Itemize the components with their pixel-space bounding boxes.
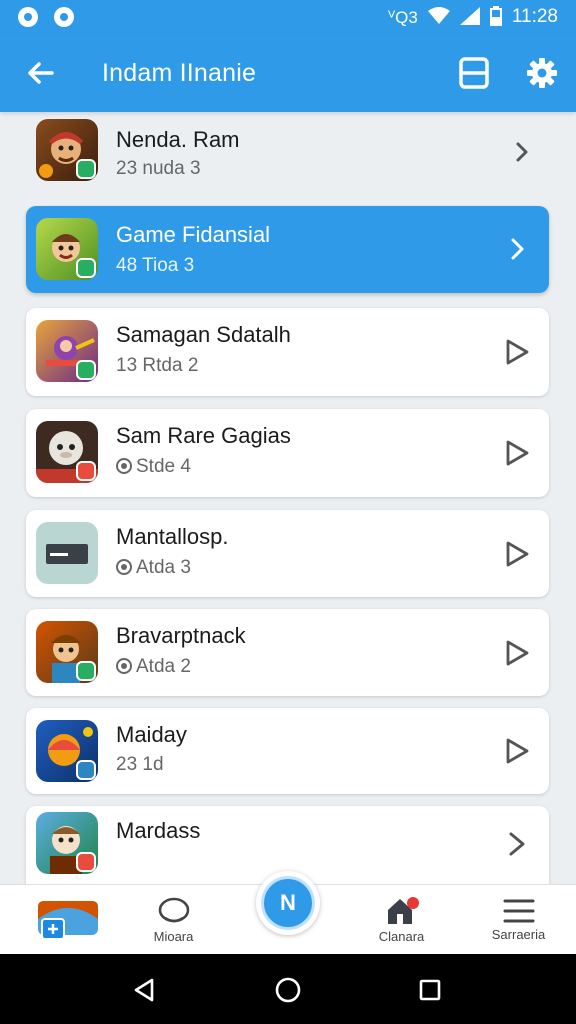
center-action-button[interactable]: N (256, 871, 320, 935)
battery-icon (489, 5, 502, 29)
game-title: Game Fidansial (116, 222, 271, 247)
layout-button[interactable] (440, 34, 508, 112)
open-button[interactable] (499, 231, 535, 267)
settings-gear-icon (527, 58, 557, 88)
play-icon (506, 440, 529, 466)
layout-icon (459, 57, 489, 89)
game-title: Maiday (116, 722, 187, 747)
wifi-icon (427, 6, 450, 28)
home-notification-icon (387, 897, 419, 924)
system-back-button[interactable] (122, 968, 166, 1012)
status-indicators: ⱽQ3 (387, 7, 418, 27)
list-item-game[interactable]: Mantallosp. Atda 3 (26, 510, 549, 597)
recents-square-icon (419, 979, 441, 1001)
list-item-game[interactable]: Samagan Sdatalh 13 Rtda 2 (26, 308, 549, 396)
list-item-game[interactable]: Sam Rare Gagias Stde 4 (26, 409, 549, 497)
game-subtitle: 23 nuda 3 (116, 158, 201, 179)
game-subtitle: Atda 3 (116, 557, 191, 579)
game-subtitle: 23 1d (116, 754, 164, 775)
nav-item-chat[interactable]: Mioara (116, 885, 231, 955)
home-circle-icon (275, 977, 301, 1003)
game-subtitle: 48 Tioa 3 (116, 255, 195, 276)
nav-item-games[interactable] (10, 885, 125, 955)
game-title: Nenda. Ram (116, 127, 240, 152)
open-button[interactable] (504, 134, 540, 170)
nav-label: Sarraeria (491, 927, 546, 942)
character-game-icon (36, 812, 98, 874)
placeholder-game-icon (36, 522, 98, 584)
nav-label: Mioara (153, 929, 194, 944)
clock-icon (116, 658, 132, 674)
status-bar: ⱽQ3 11:28 (0, 0, 576, 34)
system-recents-button[interactable] (408, 968, 452, 1012)
app-notification-icon (54, 7, 74, 27)
arcade-game-icon (36, 720, 98, 782)
back-button[interactable] (0, 34, 80, 112)
list-item-game[interactable]: Nenda. Ram 23 nuda 3 (0, 112, 576, 192)
play-button[interactable] (499, 435, 535, 471)
center-action-icon: N (261, 876, 315, 930)
open-button[interactable] (499, 826, 535, 862)
back-triangle-icon (134, 978, 154, 1002)
nav-label: Clanara (378, 929, 425, 944)
game-title: Mantallosp. (116, 524, 229, 549)
chat-bubble-icon (158, 897, 189, 923)
app-notification-icon (18, 7, 38, 27)
clock-icon (116, 559, 132, 575)
game-title: Sam Rare Gagias (116, 423, 291, 448)
game-title: Samagan Sdatalh (116, 322, 291, 347)
play-icon (506, 339, 529, 365)
list-item-game[interactable]: Bravarptnack Atda 2 (26, 609, 549, 696)
play-icon (506, 640, 529, 666)
adventure-game-icon (36, 621, 98, 683)
system-home-button[interactable] (266, 968, 310, 1012)
play-button[interactable] (499, 733, 535, 769)
play-button[interactable] (499, 536, 535, 572)
play-icon (506, 541, 529, 567)
game-subtitle: Stde 4 (116, 456, 191, 478)
game-title: Bravarptnack (116, 623, 246, 648)
game-subtitle: 13 Rtda 2 (116, 355, 199, 376)
play-button[interactable] (499, 334, 535, 370)
chevron-right-icon (516, 142, 528, 162)
status-time: 11:28 (511, 6, 558, 27)
list-item-game[interactable]: Maiday 23 1d (26, 708, 549, 794)
action-game-icon (36, 320, 98, 382)
settings-button[interactable] (508, 34, 576, 112)
game-title: Mardass (116, 818, 201, 843)
arrow-left-icon (28, 62, 54, 84)
signal-icon (459, 6, 480, 28)
bottom-navigation: Mioara N Clanara Sarraeria (0, 871, 576, 955)
menu-lines-icon (503, 899, 534, 923)
warrior-game-icon (36, 119, 98, 181)
system-navigation-bar (0, 954, 576, 1024)
nav-item-menu[interactable]: Sarraeria (461, 885, 576, 955)
creature-game-icon (36, 421, 98, 483)
chevron-right-icon (511, 238, 524, 260)
play-icon (506, 738, 529, 764)
cartoon-hero-game-icon (36, 218, 98, 280)
play-button[interactable] (499, 635, 535, 671)
app-bar: Indam IInanie (0, 34, 576, 112)
chevron-right-icon (509, 832, 525, 856)
game-subtitle: Atda 2 (116, 656, 191, 678)
page-title: Indam IInanie (102, 58, 257, 87)
list-item-game-selected[interactable]: Game Fidansial 48 Tioa 3 (26, 206, 549, 293)
game-thumbnail-icon (37, 901, 98, 940)
game-list: Nenda. Ram 23 nuda 3 Game Fidansial 48 T… (0, 112, 576, 884)
nav-item-home[interactable]: Clanara (344, 885, 459, 955)
clock-icon (116, 458, 132, 474)
